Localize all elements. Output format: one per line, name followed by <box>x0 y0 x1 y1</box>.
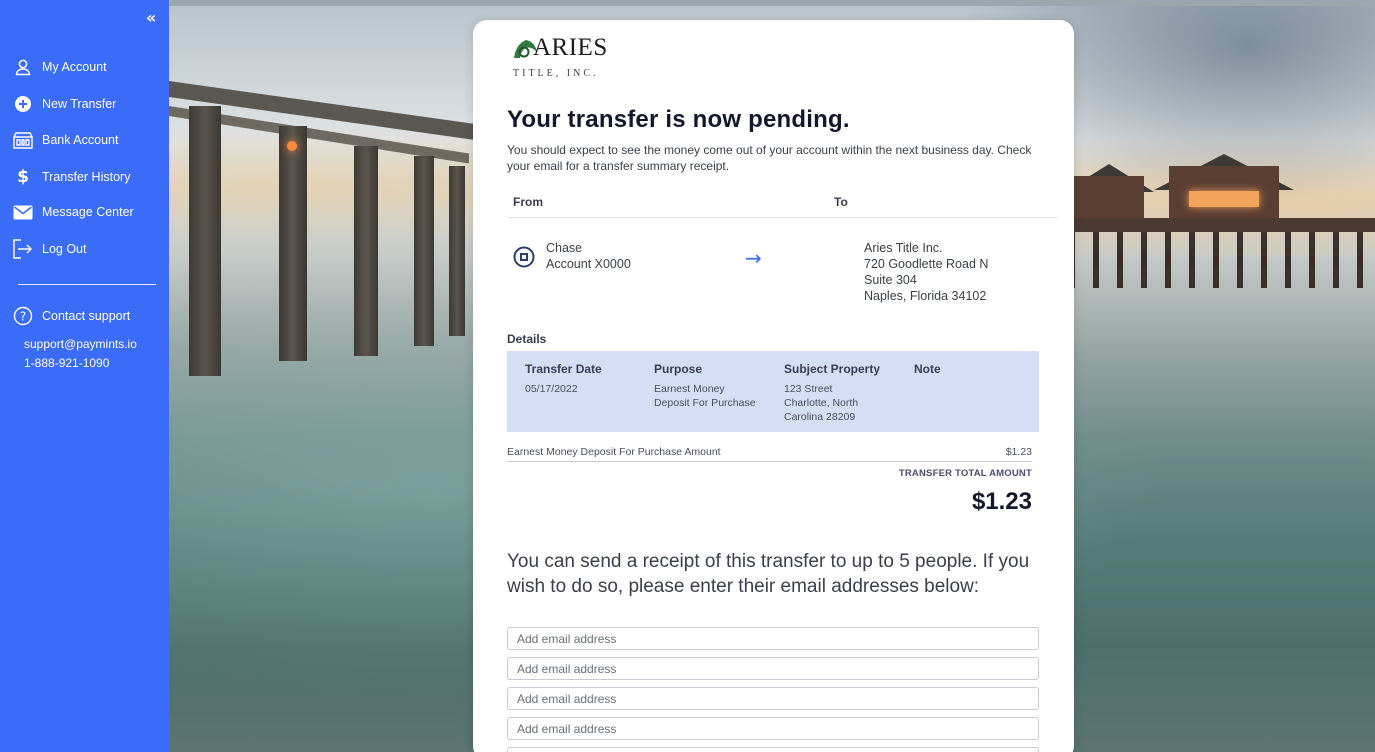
sidebar-item-my-account[interactable]: My Account <box>12 56 107 78</box>
logo-subtitle: TITLE, INC. <box>513 68 599 79</box>
sidebar-item-label: Message Center <box>42 205 134 219</box>
to-line-3: Suite 304 <box>864 273 917 287</box>
amount-value: $1.23 <box>1005 446 1032 458</box>
email-field-3[interactable] <box>507 687 1039 710</box>
purpose-value: Earnest Money Deposit For Purchase <box>654 382 756 410</box>
user-icon <box>12 57 34 77</box>
sidebar-item-new-transfer[interactable]: New Transfer <box>12 93 116 115</box>
transfer-confirmation-card: ARIES TITLE, INC. Your transfer is now p… <box>473 20 1074 752</box>
sidebar-item-label: Log Out <box>42 242 87 256</box>
amount-row: Earnest Money Deposit For Purchase Amoun… <box>507 444 1032 462</box>
sidebar-item-bank-account[interactable]: Bank Account <box>12 129 118 151</box>
dollar-icon: $ <box>17 167 29 187</box>
receipt-instructions: You can send a receipt of this transfer … <box>507 551 1030 597</box>
arrow-right-icon: → <box>745 246 762 270</box>
to-line-1: Aries Title Inc. <box>864 241 943 255</box>
sidebar-item-label: Bank Account <box>42 133 119 147</box>
sidebar-item-log-out[interactable]: Log Out <box>12 238 86 260</box>
to-line-2: 720 Goodlette Road N <box>864 257 989 271</box>
email-field-1[interactable] <box>507 627 1039 650</box>
sidebar-item-label: My Account <box>42 60 107 74</box>
from-account: Chase Account X0000 <box>546 240 631 272</box>
contact-support-label: Contact support <box>42 309 131 323</box>
email-field-4[interactable] <box>507 717 1039 740</box>
logout-icon <box>12 239 34 259</box>
details-header: Details <box>507 332 547 346</box>
purpose-line-1: Earnest Money <box>654 383 725 395</box>
logo-name: ARIES <box>533 34 608 61</box>
to-header: To <box>834 195 848 209</box>
from-account-number: Account X0000 <box>546 257 631 271</box>
envelope-icon <box>12 202 34 222</box>
bank-logo-icon <box>513 246 535 272</box>
details-col-purpose: Purpose <box>654 362 703 376</box>
to-address: Aries Title Inc. 720 Goodlette Road N Su… <box>864 240 988 304</box>
sidebar-item-transfer-history[interactable]: $ Transfer History <box>12 166 130 188</box>
transfer-intro-text: You should expect to see the money come … <box>507 143 1032 173</box>
property-line-2: Charlotte, North <box>784 397 859 409</box>
page-title: Your transfer is now pending. <box>507 106 850 133</box>
svg-text:?: ? <box>20 310 26 324</box>
from-header: From <box>513 195 543 209</box>
plus-circle-icon <box>12 94 34 114</box>
subject-property-value: 123 Street Charlotte, North Carolina 282… <box>784 382 858 424</box>
from-bank-name: Chase <box>546 241 583 255</box>
email-field-2[interactable] <box>507 657 1039 680</box>
transfer-date-value: 05/17/2022 <box>525 383 578 395</box>
to-line-4: Naples, Florida 34102 <box>864 289 987 303</box>
sidebar: « My Account New Transfer Bank Account $… <box>0 0 169 752</box>
purpose-line-2: Deposit For Purchase <box>654 397 756 409</box>
sidebar-item-label: New Transfer <box>42 97 117 111</box>
amount-label: Earnest Money Deposit For Purchase Amoun… <box>507 446 721 458</box>
property-line-1: 123 Street <box>784 383 833 395</box>
details-col-note: Note <box>914 362 941 376</box>
details-col-subject-property: Subject Property <box>784 362 881 376</box>
support-email[interactable]: support@paymints.io <box>24 337 137 351</box>
sidebar-divider <box>18 284 156 285</box>
total-amount-value: $1.23 <box>971 488 1032 515</box>
details-table: Transfer Date Purpose Subject Property N… <box>507 351 1039 432</box>
email-field-5[interactable] <box>507 747 1039 752</box>
aries-title-logo: ARIES TITLE, INC. <box>511 34 621 86</box>
total-amount-label: TRANSFER TOTAL AMOUNT <box>898 468 1032 479</box>
sidebar-item-message-center[interactable]: Message Center <box>12 201 134 223</box>
details-col-transfer-date: Transfer Date <box>525 362 602 376</box>
bank-icon <box>12 130 34 150</box>
collapse-sidebar-button[interactable]: « <box>146 8 156 27</box>
header-divider <box>507 217 1058 218</box>
sidebar-item-label: Transfer History <box>42 170 131 184</box>
support-phone[interactable]: 1-888-921-1090 <box>24 356 109 370</box>
contact-support-link[interactable]: ? Contact support <box>12 305 130 327</box>
property-line-3: Carolina 28209 <box>784 411 856 423</box>
help-circle-icon: ? <box>12 306 34 326</box>
